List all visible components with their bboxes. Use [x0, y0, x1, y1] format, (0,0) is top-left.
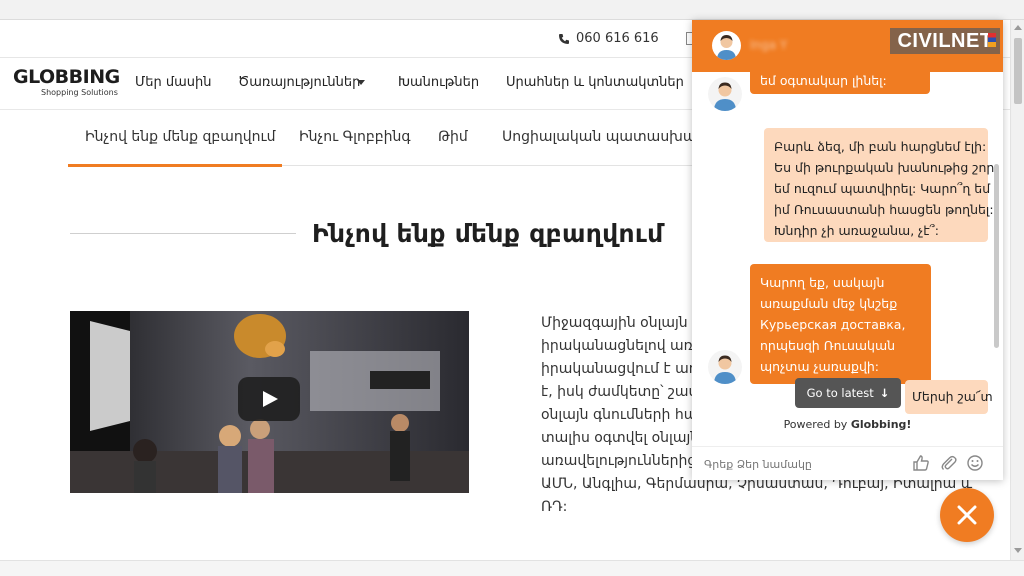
paperclip-icon[interactable]: [940, 454, 958, 472]
chat-message-user: Բարև ձեզ, մի բան հարցնեմ էլի: Ես մի թուր…: [764, 128, 995, 242]
agent-name: Inga Y: [750, 38, 788, 52]
message-line: Մերսի շա՜տ: [912, 389, 993, 404]
play-icon[interactable]: [238, 377, 300, 421]
message-line: Խնդիր չի առաջանա, չէ՞:: [774, 223, 939, 238]
chat-message-agent: եմ օգտակար լինել:: [750, 72, 930, 94]
close-chat-button[interactable]: [940, 488, 994, 542]
thumbs-up-icon[interactable]: [912, 454, 930, 472]
phone-number: 060 616 616: [576, 31, 659, 46]
civilnet-watermark: CIVILNET: [890, 28, 1000, 54]
chat-input-row: [692, 446, 1003, 480]
browser-top-strip: [0, 0, 1024, 20]
tab-team[interactable]: Թիմ: [438, 129, 468, 145]
go-to-latest-button[interactable]: Go to latest ↓: [795, 378, 901, 408]
message-line: իմ Ռուսաստանի հասցեն թողնել:: [774, 202, 994, 217]
video-player[interactable]: [70, 311, 469, 493]
message-line: որպեսզի Ռուսական: [760, 338, 896, 353]
chevron-down-icon[interactable]: [357, 80, 365, 85]
logo-tagline: Shopping Solutions: [41, 88, 118, 97]
go-to-latest-label: Go to latest: [806, 386, 874, 400]
browser-bottom-strip: [0, 560, 1024, 576]
sub-tabs: Ինչով ենք մենք զբաղվում Ինչու Գլոբբինգ Թ…: [68, 110, 742, 167]
phone-link[interactable]: 060 616 616: [558, 31, 659, 46]
chat-message-user: Մերսի շա՜տ: [905, 380, 993, 414]
chat-message-agent: Կարող եք, սակայն առաքման մեջ կնշեք Курье…: [750, 264, 931, 384]
chat-scrollbar[interactable]: [994, 164, 999, 348]
nav-salons-contacts[interactable]: Սրահներ և կոնտակտներ: [506, 75, 684, 90]
message-line: Բարև ձեզ, մի բան հարցնեմ էլի:: [774, 139, 987, 154]
message-line: առաքման մեջ կնշեք: [760, 296, 898, 311]
scroll-thumb[interactable]: [1014, 38, 1022, 104]
scroll-down-icon[interactable]: [1014, 548, 1022, 553]
chat-message-input[interactable]: [704, 454, 894, 474]
page: 060 616 616 GLOBBING Shopping Solutions …: [0, 0, 1024, 576]
close-icon: [957, 505, 977, 525]
active-tab-indicator: [68, 164, 282, 167]
chat-widget: Inga Y CIVILNET եմ օգտակար լինել: Բարև ձ…: [692, 20, 1003, 480]
message-line: պոչտա չառաքվի:: [760, 359, 879, 374]
page-scrollbar[interactable]: [1010, 20, 1024, 560]
title-divider: [70, 233, 296, 234]
agent-avatar: [708, 77, 742, 111]
message-line: եմ ուզում պատվիրել: Կարո՞ղ եմ: [774, 181, 991, 196]
arrow-down-icon: ↓: [879, 386, 890, 400]
tab-what-we-do[interactable]: Ինչով ենք մենք զբաղվում: [85, 129, 275, 145]
phone-icon: [559, 33, 569, 44]
powered-by-brand[interactable]: Globbing!: [851, 418, 912, 431]
paragraph-line: ՌԴ:: [541, 499, 568, 515]
powered-by-prefix: Powered by: [783, 418, 851, 431]
message-line: եմ օգտակար լինել:: [760, 73, 887, 88]
nav-shops[interactable]: Խանութներ: [398, 75, 479, 90]
powered-by: Powered by Globbing!: [692, 418, 1003, 431]
agent-avatar: [712, 31, 741, 60]
scroll-up-icon[interactable]: [1014, 25, 1022, 30]
tab-why-globbing[interactable]: Ինչու Գլոբբինգ: [299, 129, 411, 145]
message-line: Կարող եք, սակայն: [760, 275, 885, 290]
logo-text: GLOBBING: [13, 66, 120, 88]
nav-about[interactable]: Մեր մասին: [135, 75, 212, 90]
message-line: Курьерская доставка,: [760, 317, 906, 332]
nav-services[interactable]: Ծառայություններ: [238, 75, 360, 90]
message-line: Ես մի թուրքական խանութից շոր: [774, 160, 995, 175]
page-title: Ինչով ենք մենք զբաղվում: [312, 219, 664, 248]
globbing-logo[interactable]: GLOBBING Shopping Solutions: [13, 66, 123, 100]
chat-messages[interactable]: եմ օգտակար լինել: Բարև ձեզ, մի բան հարցն…: [692, 72, 1003, 414]
emoji-icon[interactable]: [966, 454, 984, 472]
agent-avatar: [708, 350, 742, 384]
chat-header: Inga Y CIVILNET: [692, 20, 1003, 72]
